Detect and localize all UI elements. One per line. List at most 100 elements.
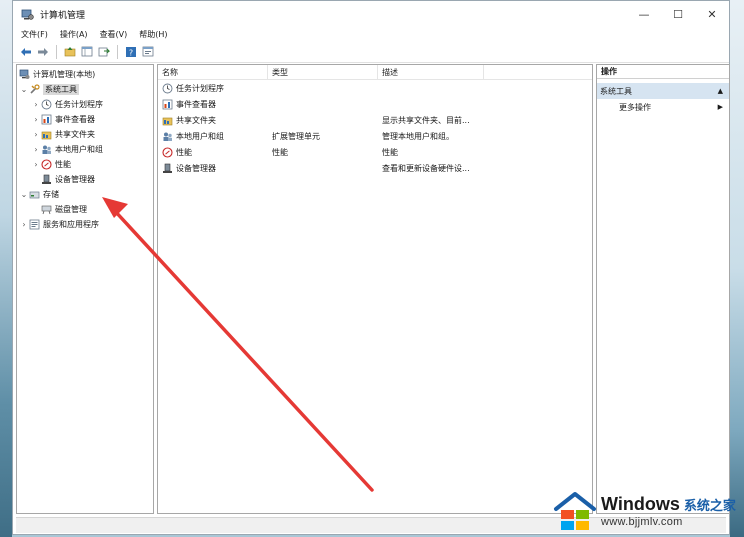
list-row[interactable]: 事件查看器: [158, 96, 592, 112]
column-header-description[interactable]: 描述: [378, 64, 484, 80]
desktop-background-right: [730, 0, 744, 537]
tree-item-label: 存储: [43, 190, 59, 199]
column-header-type[interactable]: 类型: [268, 64, 378, 80]
chevron-down-icon[interactable]: ⌄: [19, 190, 29, 199]
row-name: 设备管理器: [176, 163, 216, 173]
list-row[interactable]: 任务计划程序: [158, 80, 592, 96]
forward-arrow-icon[interactable]: [36, 45, 50, 59]
chevron-right-icon[interactable]: ›: [31, 100, 41, 109]
tree-item-services-apps[interactable]: › 服务和应用程序: [17, 217, 153, 232]
action-item-label: 更多操作: [619, 102, 651, 112]
tree-item-device-manager[interactable]: 设备管理器: [17, 172, 153, 187]
tools-icon: [29, 84, 40, 95]
performance-icon: [162, 146, 173, 158]
row-type: 性能: [272, 147, 288, 157]
event-viewer-icon: [162, 99, 173, 110]
menu-view[interactable]: 查看(V): [100, 29, 128, 40]
row-description: 性能: [382, 147, 398, 157]
maximize-button[interactable]: ☐: [661, 1, 695, 27]
tree-item-system-tools[interactable]: ⌄ 系统工具: [17, 82, 153, 97]
row-name: 性能: [176, 147, 192, 157]
watermark: Windows 系统之家 www.bjjmlv.com: [553, 487, 741, 535]
chevron-right-icon[interactable]: ›: [31, 115, 41, 124]
chevron-right-icon[interactable]: ›: [31, 160, 41, 169]
navigation-tree: 计算机管理(本地) ⌄ 系统工具 › 任务计划程序 › 事件查看器 › 共享文件…: [16, 64, 154, 514]
tree-item-label: 性能: [55, 160, 71, 169]
tree-item-label: 服务和应用程序: [43, 220, 99, 229]
users-icon: [41, 144, 52, 155]
tree-item-label: 计算机管理(本地): [33, 70, 96, 79]
list-row[interactable]: 性能 性能 性能: [158, 144, 592, 160]
services-icon: [29, 219, 40, 230]
tree-item-label: 本地用户和组: [55, 145, 103, 154]
device-manager-icon: [41, 174, 52, 185]
back-arrow-icon[interactable]: [19, 45, 33, 59]
actions-pane: 操作 系统工具 ▲ 更多操作 ▶: [596, 64, 730, 514]
clock-icon: [41, 99, 52, 110]
tree-item-performance[interactable]: › 性能: [17, 157, 153, 172]
toolbar: ?: [13, 41, 729, 63]
tree-item-label: 系统工具: [43, 84, 79, 95]
help-icon[interactable]: ?: [124, 45, 138, 59]
menu-action[interactable]: 操作(A): [60, 29, 88, 40]
performance-icon: [41, 159, 52, 170]
watermark-url: www.bjjmlv.com: [601, 516, 683, 528]
windows-house-logo-icon: [553, 489, 597, 533]
tree-item-label: 任务计划程序: [55, 100, 103, 109]
toolbar-separator: [56, 44, 57, 59]
tree-item-shared-folders[interactable]: › 共享文件夹: [17, 127, 153, 142]
clock-icon: [162, 83, 173, 94]
collapse-triangle-icon[interactable]: ▲: [718, 87, 723, 95]
watermark-site-name: 系统之家: [683, 499, 736, 514]
tree-item-local-users[interactable]: › 本地用户和组: [17, 142, 153, 157]
menu-bar: 文件(F) 操作(A) 查看(V) 帮助(H): [13, 27, 729, 41]
action-more-actions[interactable]: 更多操作 ▶: [597, 99, 729, 115]
row-description: 查看和更新设备硬件设...: [382, 163, 470, 173]
desktop-background-left: [0, 0, 12, 537]
tree-item-disk-management[interactable]: 磁盘管理: [17, 202, 153, 217]
list-header: 名称 类型 描述: [158, 64, 592, 80]
show-hide-tree-icon[interactable]: [80, 45, 94, 59]
row-type: 扩展管理单元: [272, 131, 320, 141]
chevron-right-icon[interactable]: ›: [19, 220, 29, 229]
row-name: 共享文件夹: [176, 115, 216, 125]
tree-item-storage[interactable]: ⌄ 存储: [17, 187, 153, 202]
computer-management-icon: [21, 8, 34, 21]
menu-help[interactable]: 帮助(H): [139, 29, 167, 40]
storage-icon: [29, 189, 40, 200]
list-row[interactable]: 设备管理器 查看和更新设备硬件设...: [158, 160, 592, 176]
tree-item-label: 事件查看器: [55, 115, 95, 124]
tree-item-task-scheduler[interactable]: › 任务计划程序: [17, 97, 153, 112]
submenu-arrow-icon: ▶: [717, 103, 723, 111]
export-icon[interactable]: [97, 45, 111, 59]
up-folder-icon[interactable]: [63, 45, 77, 59]
close-button[interactable]: ✕: [695, 1, 729, 27]
shared-folder-icon: [162, 115, 173, 126]
menu-file[interactable]: 文件(F): [21, 29, 48, 40]
tree-item-label: 磁盘管理: [55, 205, 87, 214]
action-group-system-tools[interactable]: 系统工具 ▲: [597, 83, 729, 99]
list-row[interactable]: 本地用户和组 扩展管理单元 管理本地用户和组。: [158, 128, 592, 144]
actions-header: 操作: [597, 65, 729, 79]
chevron-right-icon[interactable]: ›: [31, 130, 41, 139]
event-viewer-icon: [41, 114, 52, 125]
tree-item-event-viewer[interactable]: › 事件查看器: [17, 112, 153, 127]
row-description: 显示共享文件夹、目前...: [382, 115, 470, 125]
chevron-down-icon[interactable]: ⌄: [19, 85, 29, 94]
tree-item-root[interactable]: 计算机管理(本地): [17, 67, 153, 82]
watermark-brand: Windows: [601, 494, 680, 514]
row-description: 管理本地用户和组。: [382, 131, 454, 141]
column-header-name[interactable]: 名称: [158, 64, 268, 80]
row-name: 任务计划程序: [176, 83, 224, 93]
list-row[interactable]: 共享文件夹 显示共享文件夹、目前...: [158, 112, 592, 128]
tree-item-label: 设备管理器: [55, 175, 95, 184]
action-group-label: 系统工具: [600, 86, 632, 96]
main-content: 计算机管理(本地) ⌄ 系统工具 › 任务计划程序 › 事件查看器 › 共享文件…: [16, 64, 730, 514]
properties-icon[interactable]: [141, 45, 155, 59]
toolbar-separator: [117, 44, 118, 59]
chevron-right-icon[interactable]: ›: [31, 145, 41, 154]
minimize-button[interactable]: —: [627, 1, 661, 27]
users-icon: [162, 131, 173, 142]
title-bar[interactable]: 计算机管理 — ☐ ✕: [13, 1, 729, 27]
window-title: 计算机管理: [40, 10, 86, 21]
